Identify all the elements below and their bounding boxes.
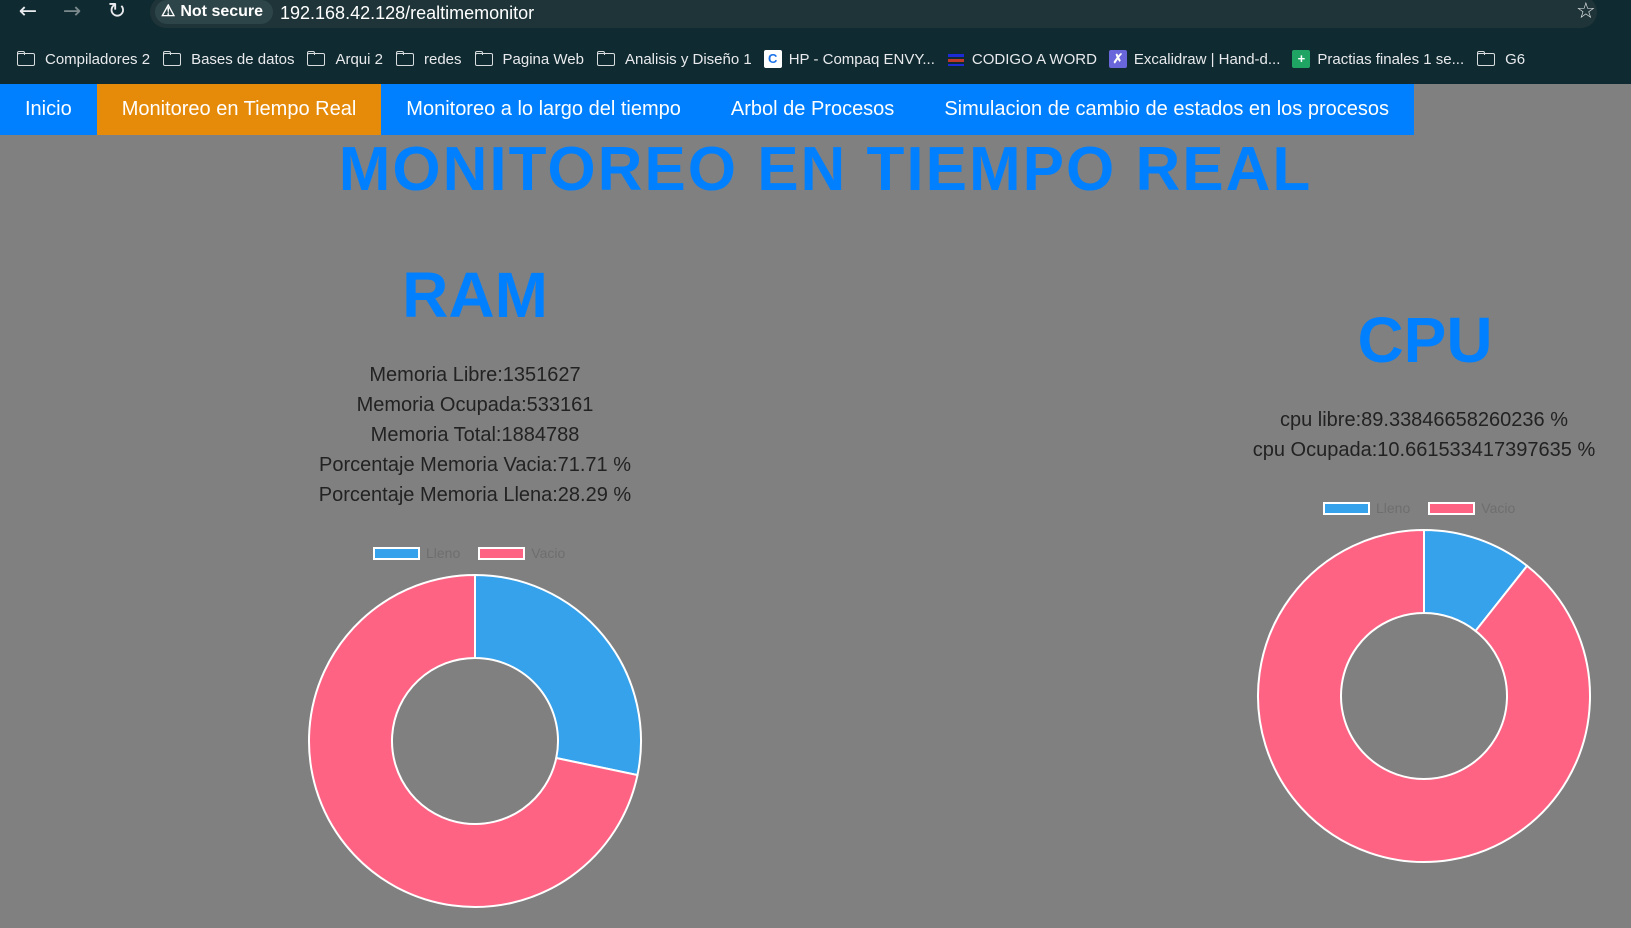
cpu-donut-chart	[1257, 528, 1592, 863]
donut-slice-vacio[interactable]	[1257, 528, 1592, 863]
